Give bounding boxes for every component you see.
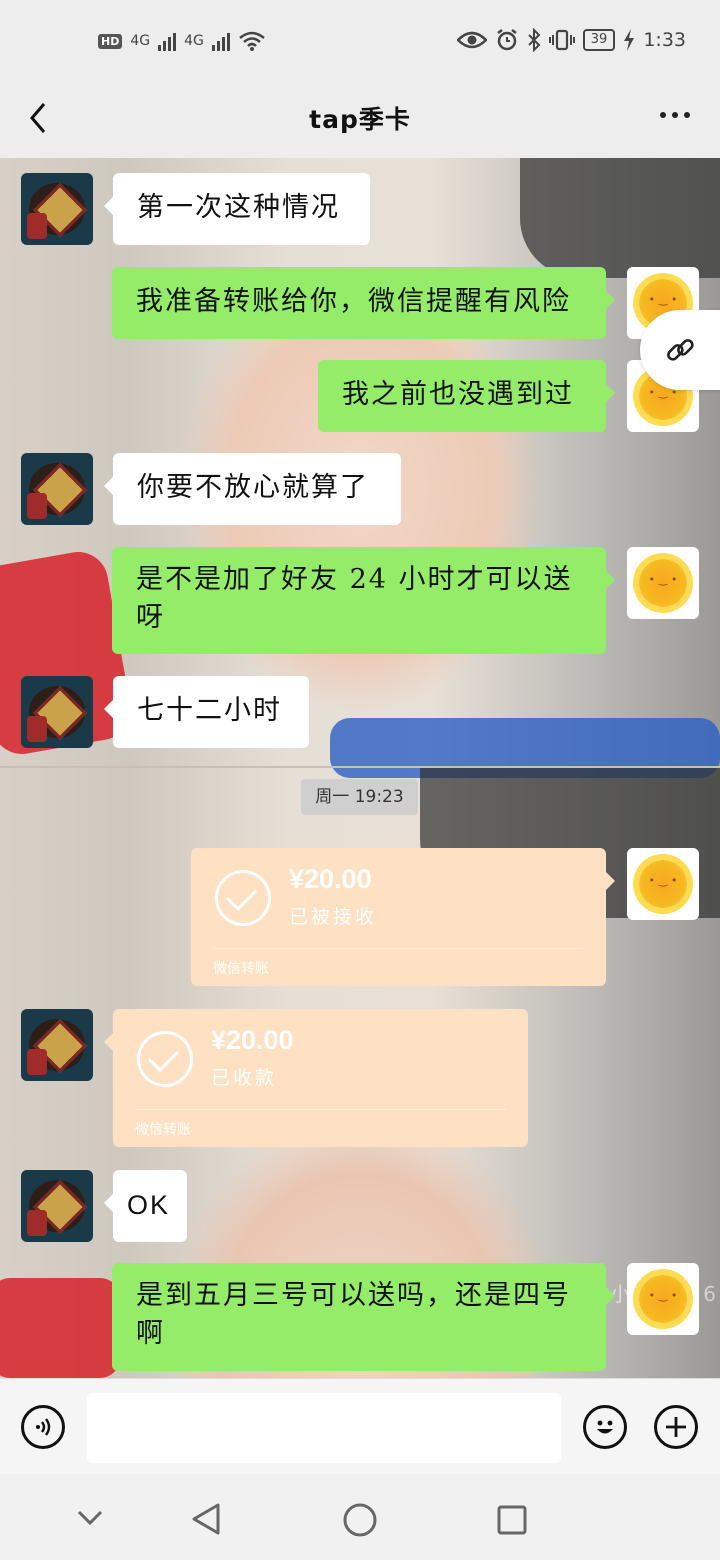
message-bubble-incoming[interactable]: 七十二小时 [104, 676, 309, 748]
link-icon [667, 339, 694, 361]
nav-recents-icon[interactable] [496, 1504, 528, 1536]
eye-icon [456, 31, 487, 49]
emoji-icon[interactable] [583, 1405, 627, 1449]
transfer-status: 已被接收 [289, 906, 378, 928]
divider [213, 948, 584, 949]
sim2-label: 4G [184, 33, 204, 49]
wifi-icon [239, 31, 265, 51]
signal-icon [211, 31, 230, 51]
message-bubble-outgoing[interactable]: 我准备转账给你，微信提醒有风险 [112, 267, 615, 339]
avatar-self[interactable] [627, 1263, 699, 1335]
background-seam [0, 766, 720, 768]
transfer-footer: 微信转账 [135, 1122, 191, 1138]
message-bubble-outgoing[interactable]: 是不是加了好友 24 小时才可以送呀 [112, 547, 615, 654]
transfer-card-incoming[interactable]: ¥20.00 已收款 微信转账 [104, 1009, 528, 1147]
avatar-contact[interactable] [21, 1009, 93, 1081]
message-input[interactable] [87, 1393, 561, 1463]
status-bar: HD 4G 4G 39 1:33 [0, 0, 720, 88]
transfer-status: 已收款 [211, 1067, 278, 1089]
message-bubble-outgoing[interactable]: 我之前也没遇到过 [318, 360, 615, 432]
voice-icon[interactable] [21, 1405, 65, 1449]
background-photo-shape [520, 158, 720, 278]
charging-icon [624, 29, 635, 51]
input-bar [0, 1378, 720, 1475]
time-divider: 周一 19:23 [301, 779, 418, 815]
battery-icon: 39 [582, 29, 616, 51]
nav-back-icon[interactable] [190, 1502, 222, 1536]
transfer-amount: ¥20.00 [289, 864, 372, 894]
nav-collapse-icon[interactable] [76, 1508, 104, 1528]
chat-header: tap季卡 [0, 78, 720, 158]
avatar-contact[interactable] [21, 173, 93, 245]
sim1-label: 4G [130, 33, 151, 49]
status-bar-left: HD 4G 4G [98, 30, 266, 52]
transfer-card-outgoing[interactable]: ¥20.00 已被接收 微信转账 [191, 848, 615, 986]
chat-title: tap季卡 [309, 105, 411, 134]
more-icon[interactable] [660, 112, 690, 118]
transfer-amount: ¥20.00 [211, 1025, 294, 1055]
avatar-self[interactable] [627, 547, 699, 619]
hd-badge: HD [98, 33, 123, 49]
plus-icon[interactable] [654, 1405, 698, 1449]
avatar-contact[interactable] [21, 676, 93, 748]
message-bubble-incoming[interactable]: OK [104, 1170, 187, 1242]
message-bubble-incoming[interactable]: 第一次这种情况 [104, 173, 370, 245]
check-circle-icon [215, 870, 271, 926]
link-button[interactable] [640, 310, 720, 390]
check-circle-icon [137, 1031, 193, 1087]
avatar-self[interactable] [627, 848, 699, 920]
vibrate-icon [548, 29, 575, 51]
message-bubble-incoming[interactable]: 你要不放心就算了 [104, 453, 401, 525]
clock: 1:33 [643, 29, 686, 51]
system-nav-bar [0, 1474, 720, 1560]
transfer-footer: 微信转账 [213, 961, 269, 977]
background-photo-shape [0, 1278, 120, 1378]
alarm-icon [497, 29, 517, 51]
bluetooth-icon [528, 28, 541, 52]
avatar-contact[interactable] [21, 1170, 93, 1242]
nav-home-icon[interactable] [342, 1502, 378, 1538]
status-bar-right: 39 1:33 [456, 28, 686, 52]
message-bubble-outgoing[interactable]: 是到五月三号可以送吗，还是四号啊 [112, 1263, 615, 1371]
avatar-contact[interactable] [21, 453, 93, 525]
signal-icon [158, 31, 177, 51]
divider [135, 1109, 506, 1110]
